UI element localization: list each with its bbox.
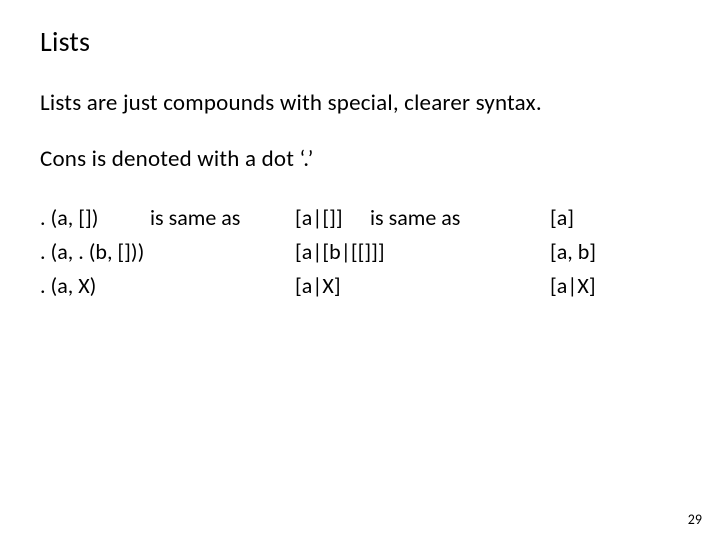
col1-row1-left: . (a, []): [40, 201, 150, 235]
examples-col-3: [a] [a, b] [a|X]: [550, 201, 596, 303]
col1-row2: . (a, . (b, [])): [40, 235, 295, 269]
col2-row3: [a|X]: [295, 269, 550, 303]
col1-row3: . (a, X): [40, 269, 295, 303]
body-line-1: Lists are just compounds with special, c…: [40, 89, 680, 117]
col1-row1: . (a, []) is same as: [40, 201, 295, 235]
body-line-2: Cons is denoted with a dot ‘.’: [40, 145, 680, 173]
examples-col-1: . (a, []) is same as . (a, . (b, [])) . …: [40, 201, 295, 303]
col3-row3: [a|X]: [550, 269, 596, 303]
col2-row2: [a|[b|[[]]]: [295, 235, 550, 269]
col2-row1-left: [a|[]]: [295, 201, 370, 235]
slide-title: Lists: [40, 24, 680, 59]
examples-col-2: [a|[]] is same as [a|[b|[[]]] [a|X]: [295, 201, 550, 303]
slide: Lists Lists are just compounds with spec…: [0, 0, 720, 540]
page-number: 29: [688, 511, 702, 528]
col1-row1-right: is same as: [150, 201, 240, 235]
col2-row1-right: is same as: [370, 201, 460, 235]
examples-block: . (a, []) is same as . (a, . (b, [])) . …: [40, 201, 680, 303]
col3-row2: [a, b]: [550, 235, 596, 269]
col2-row1: [a|[]] is same as: [295, 201, 550, 235]
col3-row1: [a]: [550, 201, 596, 235]
